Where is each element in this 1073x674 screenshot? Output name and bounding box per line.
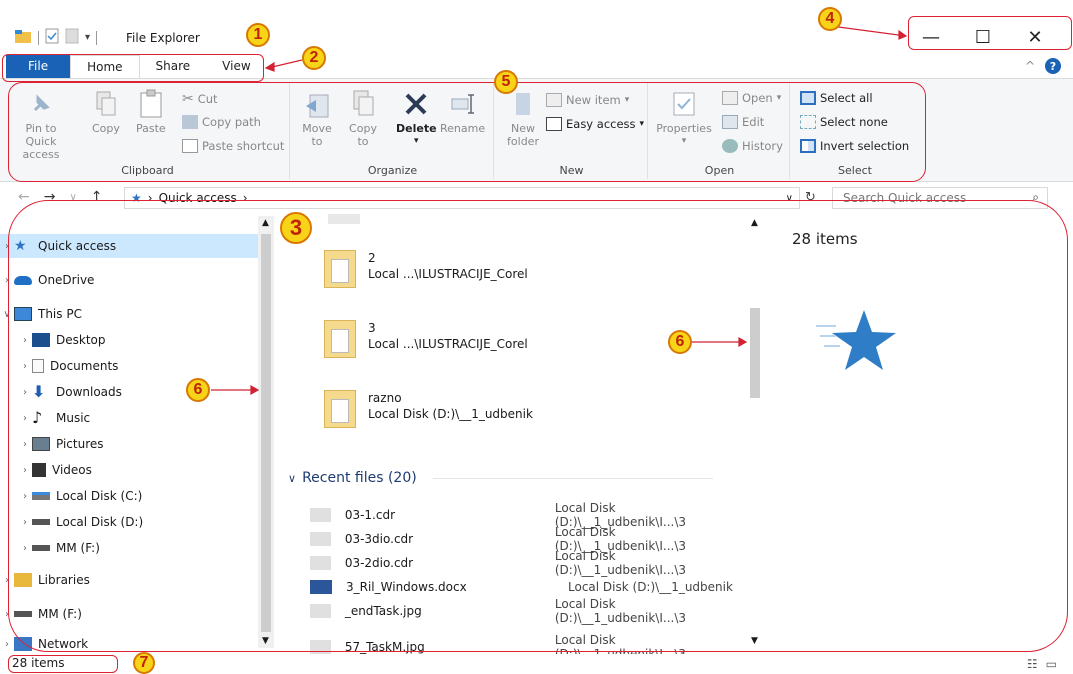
annotation-badge-2: 2 — [302, 46, 326, 70]
annotation-badge-1: 1 — [246, 23, 270, 47]
annotation-badge-6-right: 6 — [668, 330, 692, 354]
annotation-arrows — [211, 25, 908, 396]
annotation-badge-5: 5 — [494, 70, 518, 94]
annotation-badge-3: 3 — [280, 212, 312, 244]
annotation-badge-7: 7 — [133, 652, 155, 674]
annotation-badge-4: 4 — [818, 7, 842, 31]
annotation-badge-6-left: 6 — [186, 378, 210, 402]
